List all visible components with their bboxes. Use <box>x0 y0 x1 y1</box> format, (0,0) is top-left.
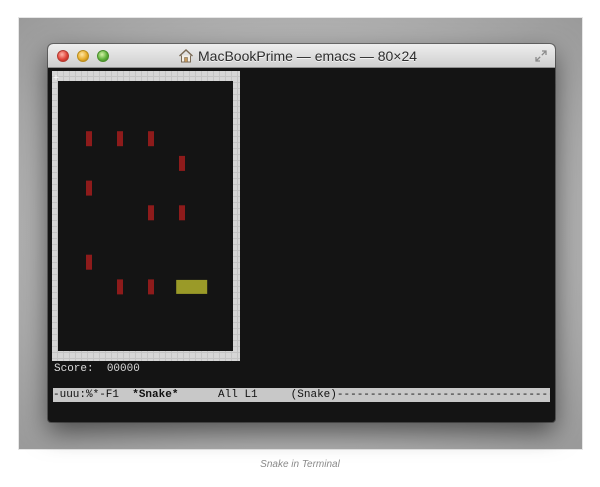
minimize-button[interactable] <box>77 50 89 62</box>
playfield <box>58 81 233 351</box>
zoom-button[interactable] <box>97 50 109 62</box>
wall-bottom <box>52 351 240 361</box>
food-item <box>117 279 123 295</box>
food-item <box>148 279 154 295</box>
snake <box>176 279 208 294</box>
food-item <box>148 205 154 221</box>
food-item <box>148 131 154 147</box>
food-item <box>86 254 92 270</box>
wall-right <box>233 71 240 361</box>
wall-top <box>52 71 240 81</box>
caption: Snake in Terminal <box>260 459 340 470</box>
score-value: 00000 <box>106 363 140 375</box>
score-line: Score: 00000 <box>54 363 140 375</box>
score-label: Score: <box>54 363 94 375</box>
close-button[interactable] <box>57 50 69 62</box>
food-item <box>86 131 92 147</box>
modeline-status: -uuu:%*-F1 <box>53 389 120 401</box>
food-item <box>117 131 123 147</box>
modeline-buffer: *Snake* <box>132 389 179 401</box>
title-bar[interactable]: MacBookPrime — emacs — 80×24 <box>48 44 555 68</box>
food-item <box>179 155 185 171</box>
modeline-mode: (Snake) <box>290 389 337 401</box>
terminal-window: MacBookPrime — emacs — 80×24 + Score: 00… <box>48 44 555 422</box>
mode-line: -uuu:%*-F1 *Snake* All L1 (Snake)-------… <box>53 388 550 402</box>
modeline-position: All L1 <box>218 389 258 401</box>
wall-left <box>52 71 58 361</box>
corner-marker: + <box>53 74 59 85</box>
home-icon <box>179 49 193 63</box>
window-title: MacBookPrime — emacs — 80×24 <box>198 48 418 64</box>
modeline-dashes: ----------------------------------------… <box>336 389 550 401</box>
snake-board: + <box>52 71 240 361</box>
food-item <box>179 205 185 221</box>
fullscreen-icon[interactable] <box>534 49 548 63</box>
food-item <box>86 180 92 196</box>
snake-body <box>176 279 208 294</box>
